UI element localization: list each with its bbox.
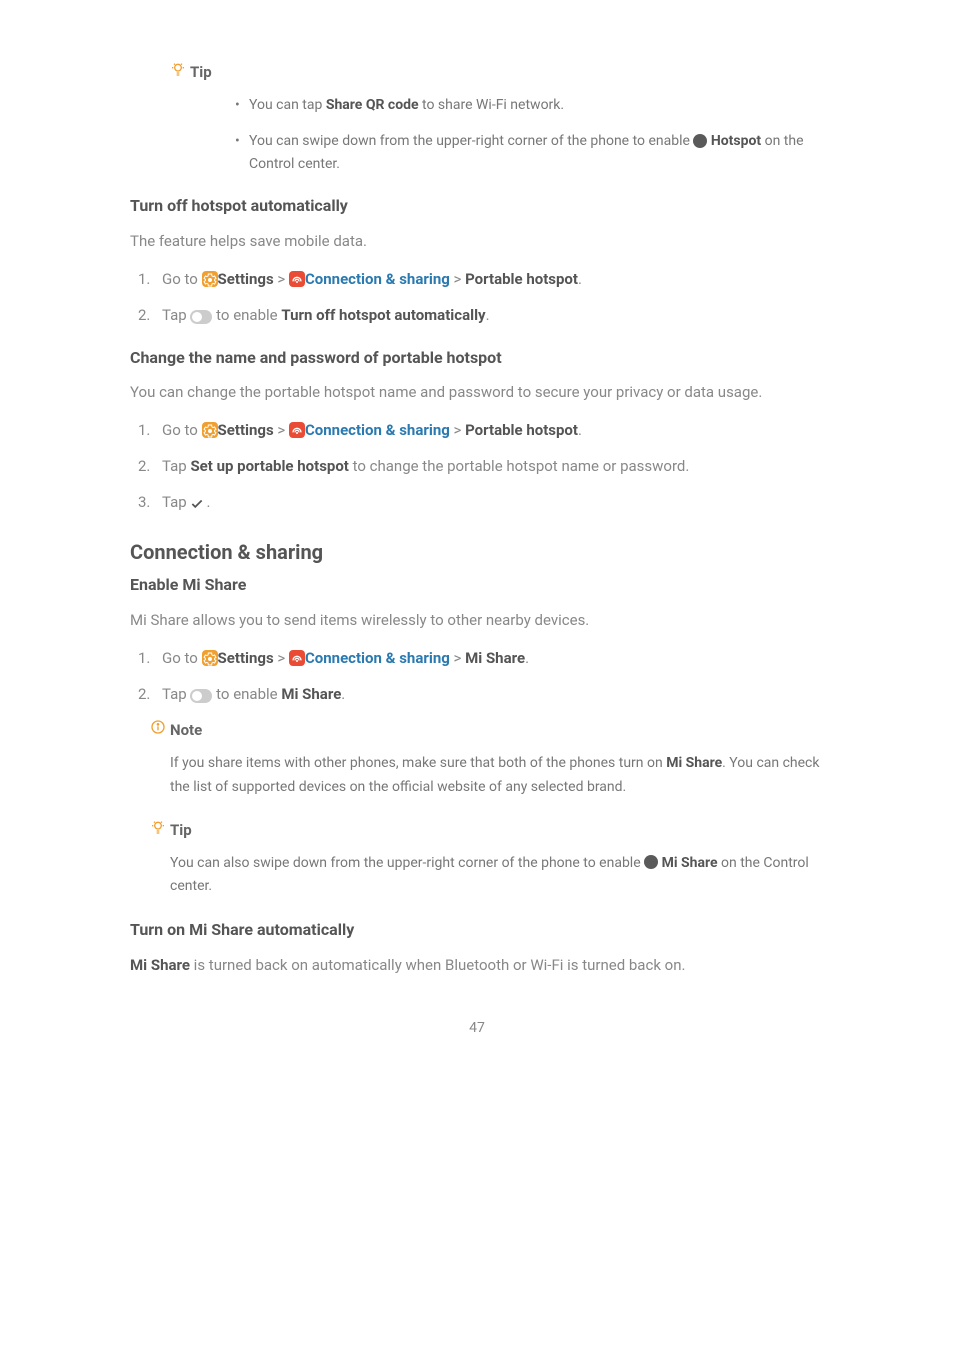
separator: > bbox=[450, 270, 465, 288]
connection-icon bbox=[289, 422, 305, 438]
check-icon bbox=[190, 494, 206, 510]
connection-icon bbox=[289, 271, 305, 287]
text: . bbox=[578, 421, 582, 439]
toggle-icon bbox=[190, 689, 212, 703]
section-desc: The feature helps save mobile data. bbox=[130, 229, 824, 253]
step-item: 1. Go to Settings > Connection & sharing… bbox=[130, 646, 824, 670]
text: You can tap bbox=[249, 97, 326, 113]
settings-icon bbox=[202, 271, 218, 287]
bold-text: Set up portable hotspot bbox=[190, 457, 348, 475]
step-number: 2. bbox=[138, 303, 150, 327]
text: Go to bbox=[162, 649, 202, 667]
section-heading: Change the name and password of portable… bbox=[130, 345, 824, 371]
page-number: 47 bbox=[130, 1017, 824, 1039]
separator: > bbox=[450, 649, 465, 667]
step-number: 2. bbox=[138, 454, 150, 478]
text: to enable bbox=[212, 306, 281, 324]
text: to change the portable hotspot name or p… bbox=[349, 457, 689, 475]
step-item: 1. Go to Settings > Connection & sharing… bbox=[130, 418, 824, 442]
settings-icon bbox=[202, 650, 218, 666]
text: Tap bbox=[162, 306, 190, 324]
bold-text: Mi Share bbox=[662, 855, 718, 871]
mishare-label: Mi Share bbox=[465, 649, 525, 667]
settings-icon bbox=[202, 422, 218, 438]
separator: > bbox=[274, 270, 289, 288]
tip-bullet: You can tap Share QR code to share Wi-Fi… bbox=[235, 94, 824, 116]
bold-text: Mi Share bbox=[130, 956, 190, 974]
step-item: 3. Tap . bbox=[130, 490, 824, 514]
info-icon bbox=[150, 718, 166, 742]
tip-text: Tip bbox=[190, 60, 212, 84]
connection-link[interactable]: Connection & sharing bbox=[305, 421, 450, 439]
note-text: Note bbox=[170, 718, 202, 742]
text: Tap bbox=[162, 493, 190, 511]
mishare-icon bbox=[644, 855, 658, 869]
text: to share Wi-Fi network. bbox=[419, 97, 565, 113]
main-heading: Connection & sharing bbox=[130, 536, 824, 568]
text: Tap bbox=[162, 457, 190, 475]
step-item: 2. Tap to enable Turn off hotspot automa… bbox=[130, 303, 824, 327]
bulb-icon bbox=[170, 60, 186, 84]
step-item: 1. Go to Settings > Connection & sharing… bbox=[130, 267, 824, 291]
tip-bullet: You can swipe down from the upper-right … bbox=[235, 130, 824, 175]
settings-label: Settings bbox=[218, 421, 274, 439]
connection-link[interactable]: Connection & sharing bbox=[305, 270, 450, 288]
bold-text: Hotspot bbox=[711, 133, 761, 149]
portable-hotspot-label: Portable hotspot bbox=[465, 270, 578, 288]
text: . bbox=[486, 306, 490, 324]
tip-text: Tip bbox=[170, 818, 192, 842]
section-heading: Turn on Mi Share automatically bbox=[130, 917, 824, 943]
separator: > bbox=[450, 421, 465, 439]
bold-text: Mi Share bbox=[281, 685, 341, 703]
section-heading: Enable Mi Share bbox=[130, 572, 824, 598]
text: Tap bbox=[162, 685, 190, 703]
bold-text: Share QR code bbox=[326, 97, 419, 113]
connection-link[interactable]: Connection & sharing bbox=[305, 649, 450, 667]
step-item: 2. Tap Set up portable hotspot to change… bbox=[130, 454, 824, 478]
text: Go to bbox=[162, 270, 202, 288]
step-item: 2. Tap to enable Mi Share. bbox=[130, 682, 824, 706]
step-number: 3. bbox=[138, 490, 150, 514]
settings-label: Settings bbox=[218, 649, 274, 667]
step-number: 1. bbox=[138, 267, 150, 291]
text: to enable bbox=[212, 685, 281, 703]
text: You can swipe down from the upper-right … bbox=[249, 133, 693, 149]
text: You can also swipe down from the upper-r… bbox=[170, 855, 644, 871]
text: is turned back on automatically when Blu… bbox=[190, 956, 685, 974]
separator: > bbox=[274, 649, 289, 667]
text: . bbox=[578, 270, 582, 288]
text: Go to bbox=[162, 421, 202, 439]
text: . bbox=[206, 493, 210, 511]
section-desc: Mi Share allows you to send items wirele… bbox=[130, 608, 824, 632]
section-desc: Mi Share is turned back on automatically… bbox=[130, 953, 824, 977]
note-body: If you share items with other phones, ma… bbox=[170, 752, 824, 800]
section-heading: Turn off hotspot automatically bbox=[130, 193, 824, 219]
note-label: Note bbox=[150, 718, 824, 742]
hotspot-icon bbox=[693, 134, 707, 148]
text: . bbox=[525, 649, 529, 667]
bold-text: Mi Share bbox=[666, 755, 722, 771]
text: If you share items with other phones, ma… bbox=[170, 755, 666, 771]
bulb-icon bbox=[150, 818, 166, 842]
step-number: 1. bbox=[138, 646, 150, 670]
bold-text: Turn off hotspot automatically bbox=[281, 306, 485, 324]
tip-body: You can also swipe down from the upper-r… bbox=[170, 852, 824, 900]
tip-label: Tip bbox=[170, 60, 824, 84]
tip-label: Tip bbox=[150, 818, 824, 842]
text: . bbox=[341, 685, 345, 703]
settings-label: Settings bbox=[218, 270, 274, 288]
separator: > bbox=[274, 421, 289, 439]
toggle-icon bbox=[190, 310, 212, 324]
connection-icon bbox=[289, 650, 305, 666]
step-number: 2. bbox=[138, 682, 150, 706]
portable-hotspot-label: Portable hotspot bbox=[465, 421, 578, 439]
section-desc: You can change the portable hotspot name… bbox=[130, 380, 824, 404]
step-number: 1. bbox=[138, 418, 150, 442]
